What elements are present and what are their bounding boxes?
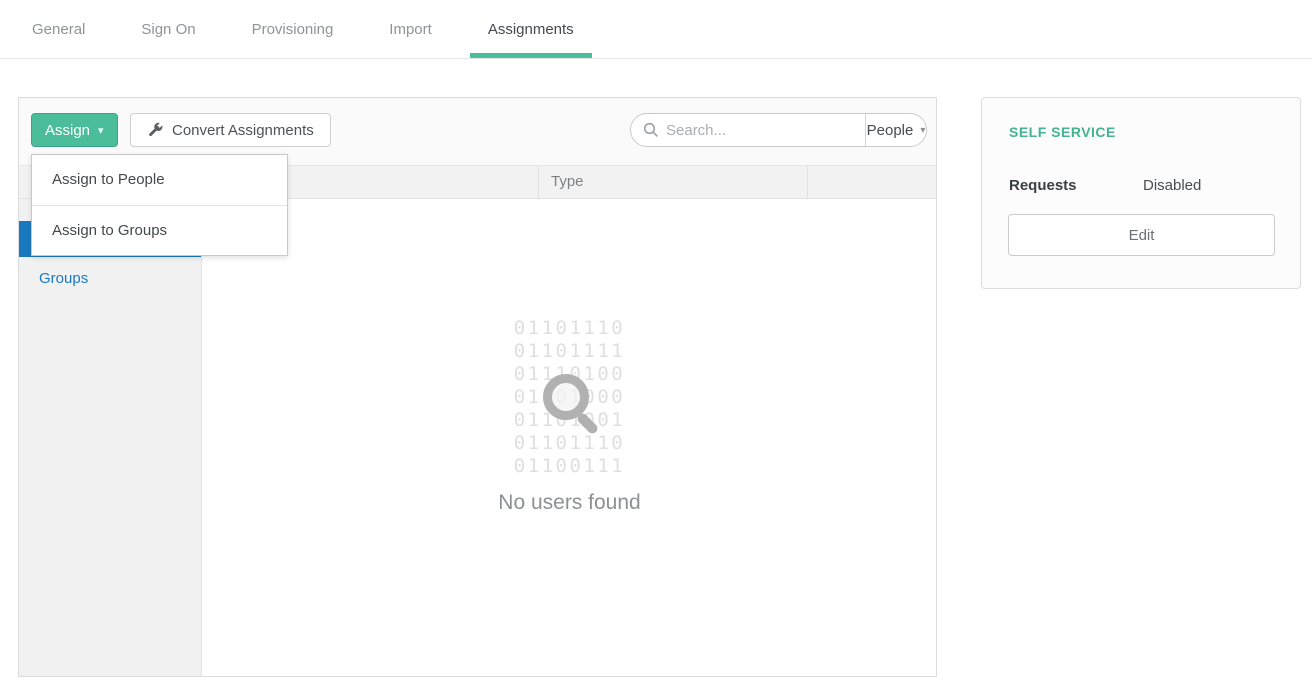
caret-down-icon: ▾ [98, 124, 104, 137]
caret-down-icon: ▾ [920, 125, 925, 136]
requests-status-value: Disabled [1143, 177, 1201, 194]
assignments-sidebar: Groups [19, 199, 202, 676]
sidebar-item-groups[interactable]: Groups [19, 257, 201, 301]
self-service-title: SELF SERVICE [1009, 124, 1116, 140]
assign-dropdown-menu: Assign to People Assign to Groups [31, 154, 288, 256]
binary-row: 01101111 [203, 340, 936, 363]
menu-item-assign-to-people[interactable]: Assign to People [32, 155, 287, 205]
assign-button[interactable]: Assign ▾ [31, 113, 118, 147]
search-scope-value: People [867, 122, 914, 139]
column-header-type: Type [538, 166, 808, 198]
search-input[interactable] [666, 122, 865, 139]
tab-provisioning[interactable]: Provisioning [234, 0, 352, 58]
empty-state-message: No users found [203, 491, 936, 515]
app-tab-bar: General Sign On Provisioning Import Assi… [0, 0, 1312, 59]
empty-state: 01101110 01101111 01110100 01101000 0110… [203, 199, 936, 676]
binary-row: 01101110 [203, 317, 936, 340]
edit-button[interactable]: Edit [1008, 214, 1275, 256]
magnifier-icon [543, 374, 589, 420]
tab-import[interactable]: Import [371, 0, 450, 58]
binary-row: 01101110 [203, 432, 936, 455]
requests-label: Requests [1009, 177, 1077, 194]
assignments-page: General Sign On Provisioning Import Assi… [0, 0, 1312, 686]
search-icon [643, 122, 659, 138]
tab-sign-on[interactable]: Sign On [123, 0, 213, 58]
binary-row: 01100111 [203, 455, 936, 478]
search-scope-select[interactable]: People ▾ [865, 114, 926, 146]
assign-button-label: Assign [45, 122, 90, 139]
menu-item-assign-to-groups[interactable]: Assign to Groups [32, 205, 287, 255]
search-field-wrap [631, 114, 865, 146]
tab-assignments[interactable]: Assignments [470, 0, 592, 58]
convert-assignments-label: Convert Assignments [172, 122, 314, 139]
self-service-panel: SELF SERVICE Requests Disabled Edit [981, 97, 1301, 289]
convert-assignments-button[interactable]: Convert Assignments [130, 113, 331, 147]
tab-general[interactable]: General [14, 0, 103, 58]
wrench-icon [147, 122, 163, 138]
binary-art: 01101110 01101111 01110100 01101000 0110… [203, 199, 936, 478]
search-group: People ▾ [630, 113, 927, 147]
assignments-panel: Assign ▾ Convert Assignments [18, 97, 937, 677]
column-header-3 [808, 166, 936, 198]
